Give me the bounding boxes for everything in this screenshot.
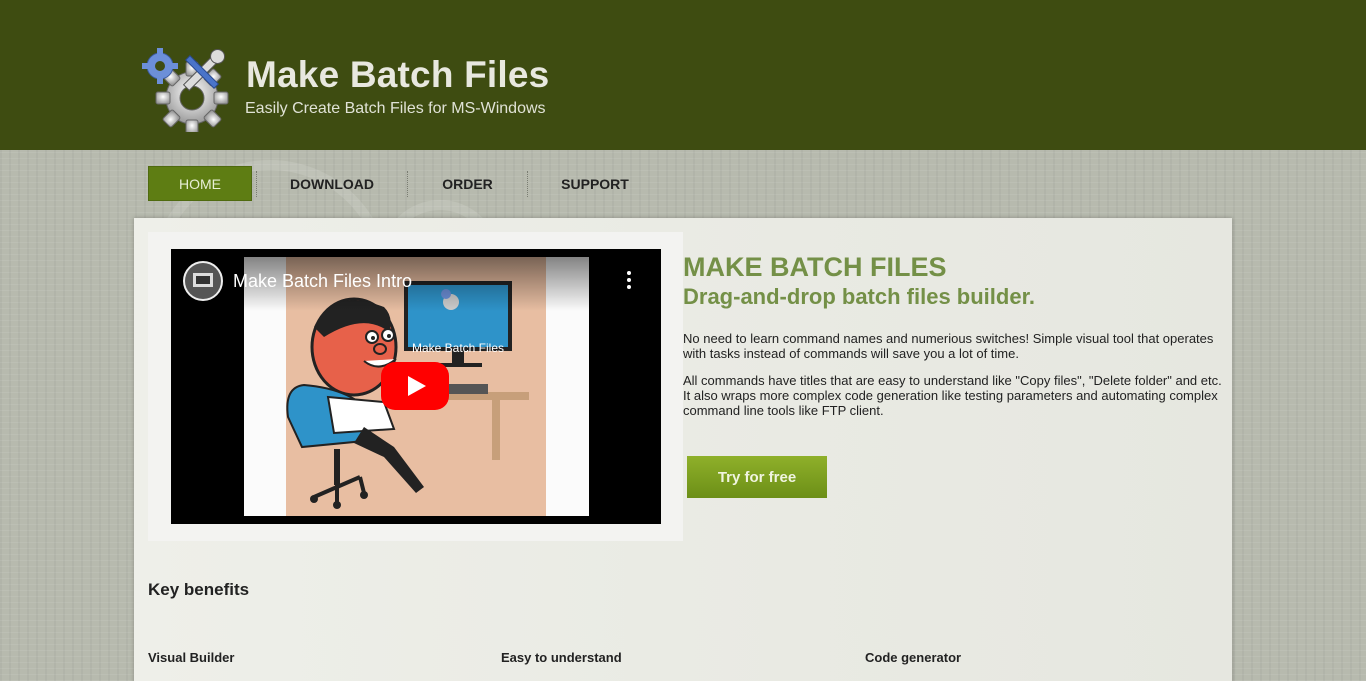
try-for-free-button[interactable]: Try for free	[687, 456, 827, 498]
benefit-easy-to-understand: Easy to understand	[501, 650, 622, 665]
nav-item-download[interactable]: DOWNLOAD	[257, 166, 407, 201]
video-frame: Make Batch Files Make Batch Files Intro	[148, 232, 683, 541]
key-benefits-title: Key benefits	[148, 580, 250, 599]
youtube-play-icon[interactable]	[381, 362, 449, 410]
benefit-visual-builder: Visual Builder	[148, 650, 235, 665]
nav-item-order[interactable]: ORDER	[408, 166, 527, 201]
hero-paragraph: No need to learn command names and numer…	[683, 331, 1214, 361]
nav-item-support[interactable]: SUPPORT	[528, 166, 662, 201]
video-player[interactable]: Make Batch Files Make Batch Files Intro	[171, 249, 661, 524]
nav-item-home[interactable]: HOME	[148, 166, 252, 201]
more-vertical-icon[interactable]	[625, 271, 633, 291]
benefit-code-generator: Code generator	[865, 650, 962, 665]
main-nav: HOME DOWNLOAD ORDER SUPPORT	[148, 166, 662, 201]
hero-paragraph: All commands have titles that are easy t…	[683, 373, 1222, 418]
channel-avatar[interactable]	[183, 261, 223, 301]
video-title[interactable]: Make Batch Files Intro	[233, 271, 412, 292]
main-content-panel: Make Batch Files Make Batch Files Intro …	[134, 218, 1232, 681]
hero-subheadline: Drag-and-drop batch files builder.	[683, 284, 1036, 309]
hero-headline: MAKE BATCH FILES	[683, 252, 947, 282]
thumbnail-screen-label: Make Batch Files	[411, 341, 505, 355]
site-header: Make Batch Files Easily Create Batch Fil…	[0, 0, 1366, 150]
site-title[interactable]: Make Batch Files	[246, 54, 549, 96]
channel-logo-icon	[185, 263, 221, 299]
gears-wrench-icon	[142, 48, 229, 132]
site-tagline: Easily Create Batch Files for MS-Windows	[245, 100, 546, 117]
